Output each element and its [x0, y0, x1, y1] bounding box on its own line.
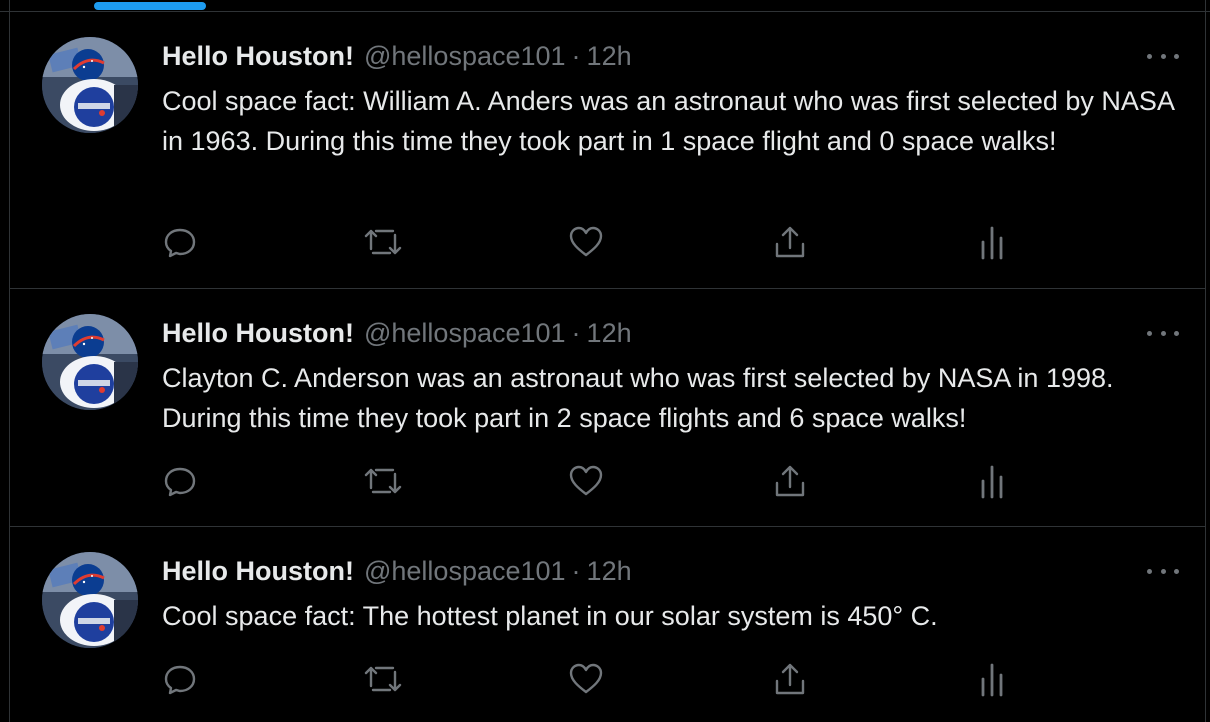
tweet-timestamp[interactable]: 12h: [587, 38, 632, 74]
tweet-header: Hello Houston! @hellospace101 · 12h: [162, 38, 632, 74]
active-tab-indicator: [94, 2, 206, 10]
heart-icon[interactable]: [564, 220, 608, 264]
reply-bubble-icon[interactable]: [158, 459, 202, 503]
reply-bubble-icon[interactable]: [158, 657, 202, 701]
avatar[interactable]: [42, 552, 138, 648]
header-separator: ·: [571, 556, 581, 586]
tweet-text: Cool space fact: The hottest planet in o…: [162, 601, 938, 631]
more-horizontal-icon[interactable]: [1147, 565, 1179, 577]
nasa-patch-avatar-image: [42, 552, 138, 648]
retweet-icon[interactable]: [361, 657, 405, 701]
share-upload-icon[interactable]: [768, 459, 812, 503]
header-separator: ·: [571, 41, 581, 71]
feed-right-border: [1205, 0, 1206, 722]
tweet-timestamp[interactable]: 12h: [587, 553, 632, 589]
author-handle[interactable]: @hellospace101: [364, 38, 566, 74]
header-separator: ·: [571, 318, 581, 348]
tweet-text: Clayton C. Anderson was an astronaut who…: [162, 363, 1114, 433]
analytics-bars-icon[interactable]: [970, 220, 1014, 264]
heart-icon[interactable]: [564, 459, 608, 503]
reply-bubble-icon[interactable]: [158, 220, 202, 264]
tweet-header: Hello Houston! @hellospace101 · 12h: [162, 553, 632, 589]
share-upload-icon[interactable]: [768, 220, 812, 264]
tweet-card[interactable]: Hello Houston! @hellospace101 · 12h Cool…: [10, 527, 1205, 722]
author-name[interactable]: Hello Houston!: [162, 38, 354, 74]
tweet-text: Cool space fact: William A. Anders was a…: [162, 86, 1174, 156]
tweet-timestamp[interactable]: 12h: [587, 315, 632, 351]
retweet-icon[interactable]: [361, 220, 405, 264]
tweet-feed: Hello Houston! @hellospace101 · 12h Cool…: [0, 0, 1210, 722]
author-name[interactable]: Hello Houston!: [162, 315, 354, 351]
nasa-patch-avatar-image: [42, 314, 138, 410]
analytics-bars-icon[interactable]: [970, 459, 1014, 503]
more-horizontal-icon[interactable]: [1147, 327, 1179, 339]
author-handle[interactable]: @hellospace101: [364, 315, 566, 351]
nasa-patch-avatar-image: [42, 37, 138, 133]
analytics-bars-icon[interactable]: [970, 657, 1014, 701]
author-name[interactable]: Hello Houston!: [162, 553, 354, 589]
avatar[interactable]: [42, 37, 138, 133]
avatar[interactable]: [42, 314, 138, 410]
tweet-card[interactable]: Hello Houston! @hellospace101 · 12h Clay…: [10, 289, 1205, 527]
heart-icon[interactable]: [564, 657, 608, 701]
tweet-header: Hello Houston! @hellospace101 · 12h: [162, 315, 632, 351]
tweet-card[interactable]: Hello Houston! @hellospace101 · 12h Cool…: [10, 12, 1205, 289]
more-horizontal-icon[interactable]: [1147, 50, 1179, 62]
retweet-icon[interactable]: [361, 459, 405, 503]
share-upload-icon[interactable]: [768, 657, 812, 701]
author-handle[interactable]: @hellospace101: [364, 553, 566, 589]
